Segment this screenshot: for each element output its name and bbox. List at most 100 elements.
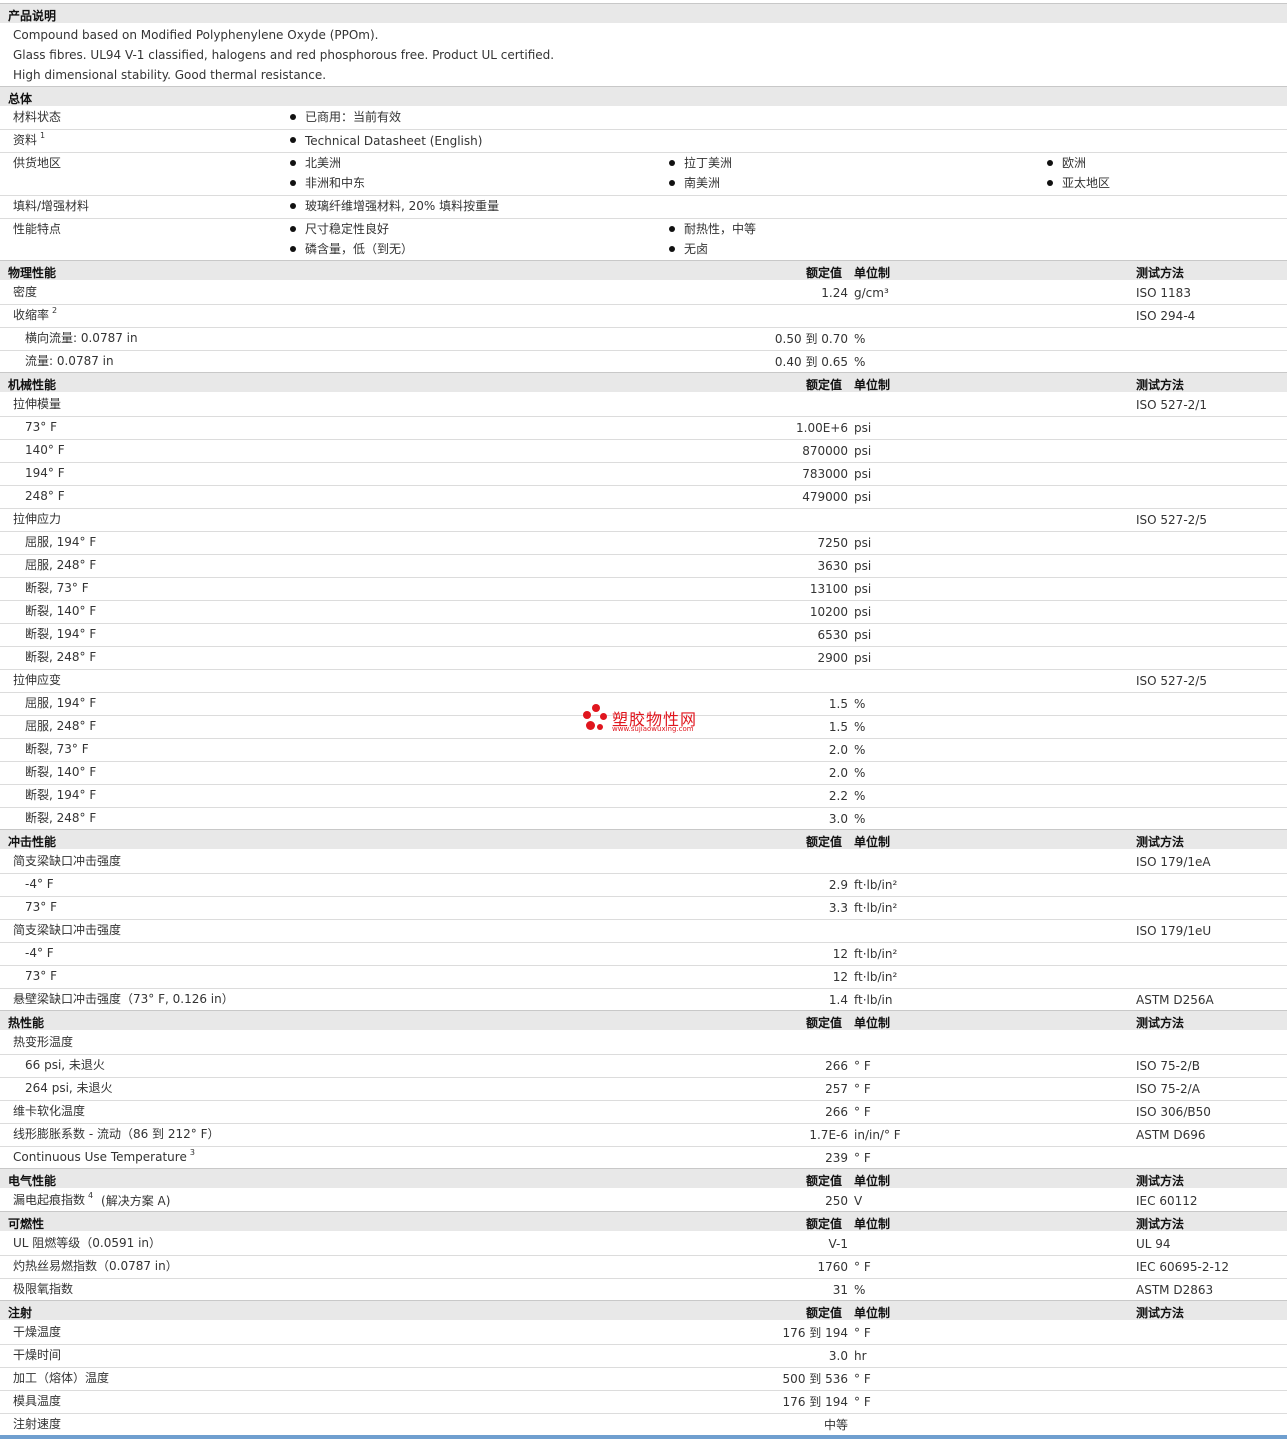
row-divider	[0, 462, 1287, 463]
property-unit: g/cm³	[854, 286, 889, 300]
column-header-method: 测试方法	[1136, 266, 1185, 280]
footnote-marker: 2	[52, 306, 58, 315]
property-unit: %	[854, 355, 866, 369]
bullet-dot	[290, 160, 296, 166]
property-value: 3.3	[828, 901, 848, 915]
row-divider	[0, 623, 1287, 624]
property-unit: ft·lb/in²	[854, 947, 898, 961]
property-name: 140° F	[25, 443, 65, 457]
bullet-dot	[1047, 160, 1053, 166]
property-unit: ° F	[854, 1082, 871, 1096]
row-divider	[0, 485, 1287, 486]
property-name: 横向流量: 0.0787 in	[25, 331, 138, 345]
datasheet-link[interactable]: Technical Datasheet (English)	[305, 134, 482, 148]
property-unit: ° F	[854, 1151, 871, 1165]
section-title: 注射	[8, 1306, 33, 1320]
row-divider	[0, 646, 1287, 647]
property-value: 266	[825, 1059, 848, 1073]
section-header-impact: 冲击性能 额定值 单位制 测试方法	[0, 829, 1287, 849]
property-unit: %	[854, 332, 866, 346]
column-header-value: 额定值	[806, 1016, 843, 1030]
region-item: 拉丁美洲	[684, 156, 733, 170]
property-value: 13100	[809, 582, 848, 596]
region-item: 南美洲	[684, 176, 721, 190]
property-name: 断裂, 73° F	[25, 581, 89, 595]
row-divider	[0, 1077, 1287, 1078]
property-name: Continuous Use Temperature	[13, 1150, 187, 1164]
property-name: 屈服, 194° F	[25, 696, 97, 710]
property-name: 漏电起痕指数	[13, 1193, 86, 1207]
property-unit: %	[854, 766, 866, 780]
section-title: 可燃性	[8, 1217, 45, 1231]
property-unit: ° F	[854, 1105, 871, 1119]
property-name: 密度	[13, 285, 38, 299]
property-name: 断裂, 140° F	[25, 765, 97, 779]
property-unit: ft·lb/in	[854, 993, 893, 1007]
bullet-dot	[290, 203, 296, 209]
row-divider	[0, 304, 1287, 305]
general-value: 玻璃纤维增强材料, 20% 填料按重量	[305, 199, 500, 213]
feature-item: 无卤	[684, 242, 709, 256]
property-unit: hr	[854, 1349, 867, 1363]
property-value: 1.7E-6	[809, 1128, 848, 1142]
watermark-dot	[586, 721, 595, 730]
property-value: 3.0	[828, 1349, 848, 1363]
property-value: 0.50 到 0.70	[774, 332, 848, 346]
bullet-dot	[669, 226, 675, 232]
column-header-method: 测试方法	[1136, 835, 1185, 849]
property-value: 500 到 536	[782, 1372, 848, 1386]
section-header-description: 产品说明	[0, 3, 1287, 23]
property-name: 拉伸应变	[13, 673, 62, 687]
property-value: 176 到 194	[782, 1395, 848, 1409]
general-label: 填料/增强材料	[13, 199, 90, 213]
test-method: ISO 1183	[1136, 286, 1191, 300]
property-name: 热变形温度	[13, 1035, 74, 1049]
property-value: 12	[832, 947, 848, 961]
property-name: 73° F	[25, 420, 57, 434]
section-header-injection: 注射 额定值 单位制 测试方法	[0, 1300, 1287, 1320]
property-name: 248° F	[25, 489, 65, 503]
property-value: 1.00E+6	[796, 421, 848, 435]
property-name: 断裂, 248° F	[25, 811, 97, 825]
property-name: 断裂, 194° F	[25, 627, 97, 641]
property-name: 流量: 0.0787 in	[25, 354, 114, 368]
region-item: 非洲和中东	[305, 176, 366, 190]
property-name: 拉伸模量	[13, 397, 62, 411]
property-value: V-1	[828, 1237, 848, 1251]
description-line: High dimensional stability. Good thermal…	[13, 68, 327, 82]
property-name: 干燥时间	[13, 1348, 62, 1362]
property-value: 479000	[802, 490, 848, 504]
property-value: 1760	[817, 1260, 848, 1274]
section-title: 冲击性能	[8, 835, 57, 849]
row-divider	[0, 350, 1287, 351]
row-divider	[0, 531, 1287, 532]
row-divider	[0, 1146, 1287, 1147]
general-label: 供货地区	[13, 156, 62, 170]
row-divider	[0, 896, 1287, 897]
test-method: ISO 527-2/5	[1136, 674, 1207, 688]
column-header-value: 额定值	[806, 1306, 843, 1320]
section-title: 物理性能	[8, 266, 57, 280]
bullet-dot	[669, 160, 675, 166]
footnote-marker: 4	[88, 1191, 94, 1200]
watermark-dot	[597, 724, 603, 730]
property-unit: psi	[854, 605, 872, 619]
property-unit: %	[854, 1283, 866, 1297]
row-divider	[0, 1123, 1287, 1124]
property-value: 1.4	[828, 993, 848, 1007]
property-value: 1.24	[821, 286, 848, 300]
column-header-value: 额定值	[806, 835, 843, 849]
row-divider	[0, 327, 1287, 328]
bullet-dot	[1047, 180, 1053, 186]
property-unit: psi	[854, 651, 872, 665]
row-divider	[0, 807, 1287, 808]
property-value: 2.9	[828, 878, 848, 892]
property-name: 264 psi, 未退火	[25, 1081, 113, 1095]
column-header-method: 测试方法	[1136, 1174, 1185, 1188]
property-name: 73° F	[25, 969, 57, 983]
row-divider	[0, 1413, 1287, 1414]
watermark-dot	[592, 704, 600, 712]
property-unit: %	[854, 812, 866, 826]
property-name: 收缩率	[13, 308, 50, 322]
row-divider	[0, 218, 1287, 219]
